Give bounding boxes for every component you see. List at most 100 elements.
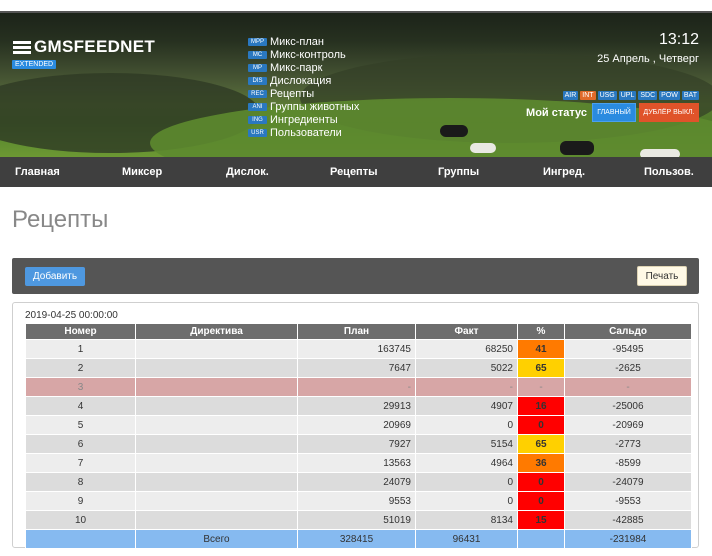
row-directive bbox=[135, 472, 298, 492]
table-row[interactable]: 9 9553 0 0 -9553 bbox=[25, 491, 692, 511]
table-row[interactable]: 10 51019 8134 15 -42885 bbox=[25, 510, 692, 530]
banner-cow bbox=[470, 143, 496, 153]
status-badge: BAT bbox=[681, 91, 699, 100]
row-fact: 8134 bbox=[415, 510, 518, 530]
main-status-button[interactable]: ГЛАВНЫЙ bbox=[592, 103, 636, 122]
status-badge: INT bbox=[580, 91, 596, 100]
banner-cow bbox=[560, 141, 594, 155]
row-fact: 68250 bbox=[415, 339, 518, 359]
col-header-percent[interactable]: % bbox=[517, 323, 565, 340]
quicklink-item[interactable]: DIS Дислокация bbox=[248, 74, 359, 87]
col-header-directive[interactable]: Директива bbox=[135, 323, 298, 340]
total-saldo: -231984 bbox=[564, 529, 692, 549]
quicklink-item[interactable]: MPP Микс-план bbox=[248, 35, 359, 48]
table-row[interactable]: 1 163745 68250 41 -95495 bbox=[25, 339, 692, 359]
quicklink-label: Группы животных bbox=[270, 100, 360, 113]
total-number-cell bbox=[25, 529, 136, 549]
row-directive bbox=[135, 415, 298, 435]
status-badge: USG bbox=[597, 91, 617, 100]
logo-bars-icon bbox=[13, 40, 31, 54]
row-plan: 51019 bbox=[297, 510, 416, 530]
col-header-fact[interactable]: Факт bbox=[415, 323, 518, 340]
table-row[interactable]: 8 24079 0 0 -24079 bbox=[25, 472, 692, 492]
quicklinks-menu: MPP Микс-план MC Микс-контроль MP Микс-парк DI… bbox=[248, 35, 359, 139]
nav-home[interactable]: Главная bbox=[15, 166, 60, 178]
nav-groups[interactable]: Группы bbox=[438, 166, 479, 178]
quicklink-item[interactable]: REC Рецепты bbox=[248, 87, 359, 100]
quicklink-tag: ING bbox=[248, 115, 267, 124]
row-percent: 36 bbox=[517, 453, 565, 473]
nav-dislocation[interactable]: Дислок. bbox=[226, 166, 269, 178]
quicklink-item[interactable]: MC Микс-контроль bbox=[248, 48, 359, 61]
recipes-toolbar: Добавить Печать bbox=[12, 258, 699, 294]
system-status-badges: AIR INT USG UPL SDC POW BAT bbox=[562, 91, 699, 100]
row-fact: 4964 bbox=[415, 453, 518, 473]
quicklink-tag: MP bbox=[248, 63, 267, 72]
row-plan: 7647 bbox=[297, 358, 416, 378]
row-plan: 20969 bbox=[297, 415, 416, 435]
nav-mixer[interactable]: Миксер bbox=[122, 166, 162, 178]
row-plan: 24079 bbox=[297, 472, 416, 492]
brand-logo[interactable]: GMSFEEDNET bbox=[13, 37, 155, 57]
quicklink-item[interactable]: MP Микс-парк bbox=[248, 61, 359, 74]
report-date: 2019-04-25 00:00:00 bbox=[25, 310, 118, 321]
quicklink-tag: DIS bbox=[248, 76, 267, 85]
row-fact: 0 bbox=[415, 472, 518, 492]
table-row[interactable]: 7 13563 4964 36 -8599 bbox=[25, 453, 692, 473]
row-directive bbox=[135, 339, 298, 359]
nav-recipes[interactable]: Рецепты bbox=[330, 166, 378, 178]
my-status: Мой статус ГЛАВНЫЙ ДУБЛЁР ВЫКЛ. bbox=[526, 103, 699, 122]
row-fact: 5022 bbox=[415, 358, 518, 378]
row-number: 6 bbox=[25, 434, 136, 454]
table-header-row: Номер Директива План Факт % Сальдо bbox=[25, 323, 692, 340]
table-row[interactable]: 3---- bbox=[25, 377, 692, 397]
row-saldo: -2625 bbox=[564, 358, 692, 378]
row-percent: 41 bbox=[517, 339, 565, 359]
col-header-saldo[interactable]: Сальдо bbox=[564, 323, 692, 340]
row-saldo: -25006 bbox=[564, 396, 692, 416]
row-directive bbox=[135, 453, 298, 473]
row-saldo: -8599 bbox=[564, 453, 692, 473]
quicklink-label: Рецепты bbox=[270, 87, 315, 100]
row-saldo: -42885 bbox=[564, 510, 692, 530]
add-button[interactable]: Добавить bbox=[25, 267, 85, 286]
nav-users[interactable]: Пользов. bbox=[644, 166, 694, 178]
status-badge: UPL bbox=[618, 91, 637, 100]
row-number: 3 bbox=[25, 377, 136, 397]
recipes-table: Номер Директива План Факт % Сальдо 1 1637… bbox=[25, 323, 692, 549]
total-row: Всего 328415 96431 -231984 bbox=[25, 529, 692, 549]
quicklink-tag: MC bbox=[248, 50, 267, 59]
quicklink-item[interactable]: ANI Группы животных bbox=[248, 100, 359, 113]
row-number: 10 bbox=[25, 510, 136, 530]
row-percent: 0 bbox=[517, 491, 565, 511]
table-row[interactable]: 4 29913 4907 16 -25006 bbox=[25, 396, 692, 416]
col-header-plan[interactable]: План bbox=[297, 323, 416, 340]
row-number: 9 bbox=[25, 491, 136, 511]
col-header-number[interactable]: Номер bbox=[25, 323, 136, 340]
nav-ingredients[interactable]: Ингред. bbox=[543, 166, 585, 178]
status-badge: SDC bbox=[638, 91, 658, 100]
quicklink-item[interactable]: ING Ингредиенты bbox=[248, 113, 359, 126]
quicklink-label: Пользователи bbox=[270, 126, 342, 139]
row-number: 8 bbox=[25, 472, 136, 492]
quicklink-item[interactable]: USR Пользователи bbox=[248, 126, 359, 139]
quicklink-tag: USR bbox=[248, 128, 267, 137]
row-percent: 15 bbox=[517, 510, 565, 530]
quicklink-label: Микс-парк bbox=[270, 61, 323, 74]
quicklink-label: Микс-контроль bbox=[270, 48, 346, 61]
page-title: Рецепты bbox=[12, 206, 109, 233]
clock-date: 25 Апрель , Четверг bbox=[597, 53, 699, 65]
table-row[interactable]: 5 20969 0 0 -20969 bbox=[25, 415, 692, 435]
header-banner: GMSFEEDNET EXTENDED MPP Микс-план MC Микс-к… bbox=[0, 13, 712, 157]
total-plan: 328415 bbox=[297, 529, 416, 549]
my-status-label: Мой статус bbox=[526, 106, 587, 119]
table-row[interactable]: 6 7927 5154 65 -2773 bbox=[25, 434, 692, 454]
row-plan: 163745 bbox=[297, 339, 416, 359]
row-fact: 4907 bbox=[415, 396, 518, 416]
print-button[interactable]: Печать bbox=[637, 266, 687, 286]
dubler-status-button[interactable]: ДУБЛЁР ВЫКЛ. bbox=[639, 103, 699, 122]
edition-badge: EXTENDED bbox=[12, 60, 57, 69]
table-row[interactable]: 2 7647 5022 65 -2625 bbox=[25, 358, 692, 378]
row-percent: 65 bbox=[517, 434, 565, 454]
row-saldo: -95495 bbox=[564, 339, 692, 359]
